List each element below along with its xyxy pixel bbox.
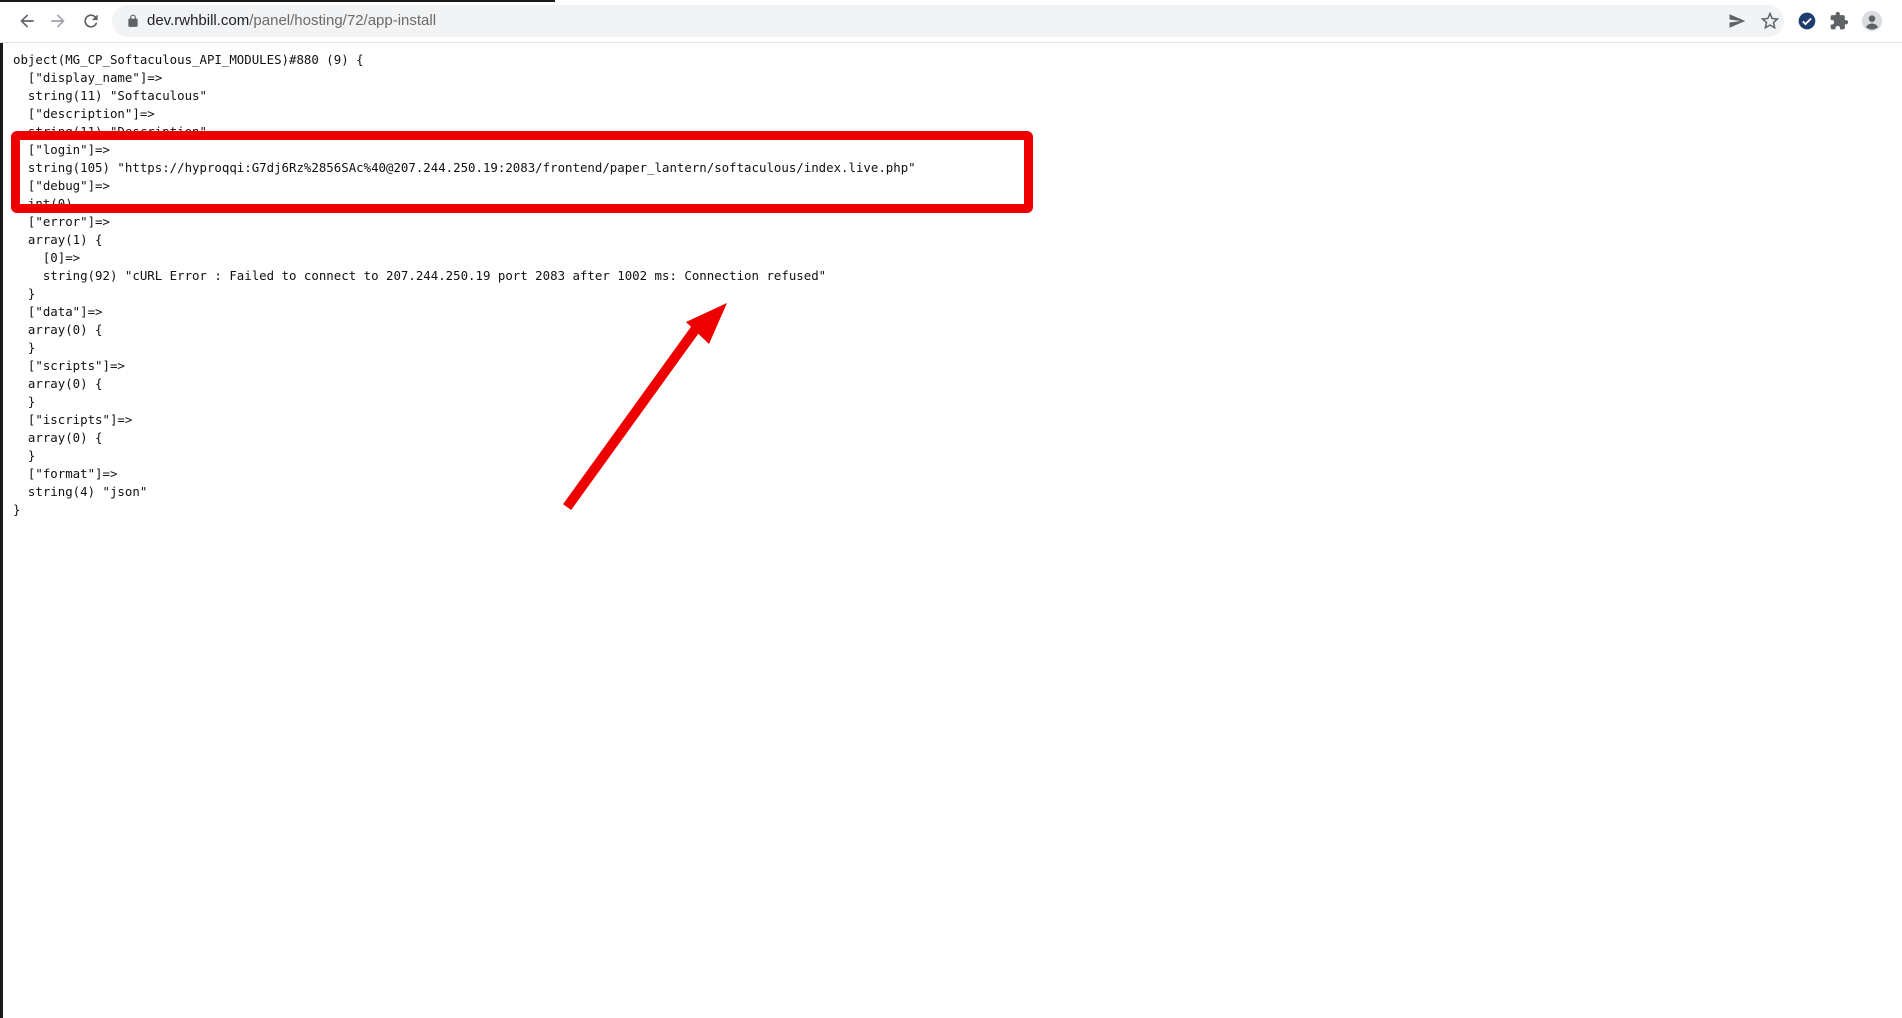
dump-line: ["data"]=>	[13, 304, 103, 319]
browser-window: dev.rwhbill.com/panel/hosting/72/app-ins…	[0, 0, 1902, 1018]
forward-button[interactable]	[45, 8, 71, 34]
extension-check-button[interactable]	[1795, 9, 1819, 33]
url-path: /panel/hosting/72/app-install	[249, 12, 437, 29]
var-dump-output: object(MG_CP_Softaculous_API_MODULES)#88…	[13, 51, 916, 519]
puzzle-icon	[1830, 11, 1849, 30]
dump-line: ["iscripts"]=>	[13, 412, 133, 427]
star-icon	[1761, 12, 1779, 30]
dump-line: }	[13, 286, 36, 301]
dump-line: array(0) {	[13, 322, 103, 337]
dump-line: ["login"]=>	[13, 142, 110, 157]
profile-button[interactable]	[1860, 9, 1884, 33]
dump-line: array(0) {	[13, 430, 103, 445]
dump-line: ["format"]=>	[13, 466, 118, 481]
dump-line: array(0) {	[13, 376, 103, 391]
dump-line: ["description"]=>	[13, 106, 155, 121]
dump-line: string(11) "Softaculous"	[13, 88, 207, 103]
arrow-left-icon	[20, 14, 34, 28]
extensions-button[interactable]	[1827, 9, 1851, 33]
reload-button[interactable]	[78, 8, 104, 34]
send-icon	[1729, 14, 1746, 28]
dump-line: }	[13, 448, 36, 463]
dump-line: int(0)	[13, 196, 73, 211]
reload-icon	[84, 14, 98, 28]
dump-line: }	[13, 394, 36, 409]
lock-icon	[128, 14, 138, 27]
dump-line: object(MG_CP_Softaculous_API_MODULES)#88…	[13, 52, 364, 67]
dump-line: string(11) "Description"	[13, 124, 207, 139]
dump-line: }	[13, 340, 36, 355]
back-button[interactable]	[14, 8, 40, 34]
check-circle-icon	[1798, 12, 1816, 30]
dump-line: [0]=>	[13, 250, 81, 265]
dump-line: ["debug"]=>	[13, 178, 110, 193]
arrow-right-icon	[51, 14, 65, 28]
bookmark-button[interactable]	[1759, 10, 1781, 32]
dump-line: array(1) {	[13, 232, 103, 247]
url-text[interactable]: dev.rwhbill.com/panel/hosting/72/app-ins…	[147, 11, 436, 31]
dump-line: ["display_name"]=>	[13, 70, 163, 85]
send-tab-button[interactable]	[1726, 10, 1748, 32]
url-host: dev.rwhbill.com	[147, 12, 250, 29]
dump-line: string(4) "json"	[13, 484, 148, 499]
dump-line: string(105) "https://hyproqqi:G7dj6Rz%28…	[13, 160, 916, 175]
browser-toolbar: dev.rwhbill.com/panel/hosting/72/app-ins…	[0, 0, 1902, 43]
avatar-icon	[1861, 10, 1883, 32]
address-bar[interactable]: dev.rwhbill.com/panel/hosting/72/app-ins…	[112, 5, 1784, 37]
window-edge	[0, 0, 3, 1018]
dump-line: ["error"]=>	[13, 214, 110, 229]
tab-strip-edge	[0, 0, 555, 2]
dump-line: string(92) "cURL Error : Failed to conne…	[13, 268, 827, 283]
dump-line: }	[13, 502, 21, 517]
dump-line: ["scripts"]=>	[13, 358, 125, 373]
